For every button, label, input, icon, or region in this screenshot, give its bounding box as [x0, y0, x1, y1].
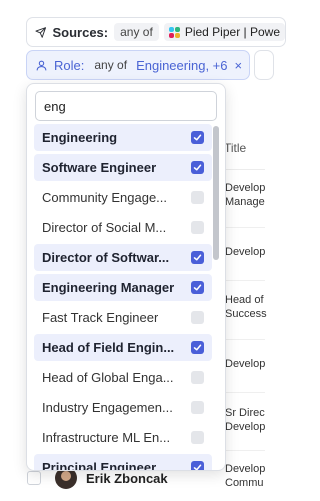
- row-divider: [220, 280, 265, 281]
- role-option-label: Head of Global Enga...: [42, 370, 174, 385]
- role-option-label: Industry Engagemen...: [42, 400, 173, 415]
- row-divider: [220, 450, 265, 451]
- role-option-label: Principal Engineer: [42, 460, 157, 471]
- role-option-label: Engineering: [42, 130, 118, 145]
- role-option[interactable]: Director of Softwar...: [34, 244, 212, 271]
- role-label: Role:: [54, 57, 85, 73]
- role-search-input[interactable]: [35, 91, 217, 121]
- row-checkbox[interactable]: [27, 471, 41, 485]
- column-header-title[interactable]: Title: [224, 141, 246, 155]
- sources-filter-chip[interactable]: Sources: any of Pied Piper | Powe: [26, 17, 286, 47]
- sources-operator[interactable]: any of: [114, 23, 159, 41]
- checkbox-unchecked-icon[interactable]: [191, 401, 204, 414]
- title-cell: Develop Manage: [225, 182, 266, 208]
- role-option-label: Infrastructure ML En...: [42, 430, 171, 445]
- role-option-label: Director of Softwar...: [42, 250, 170, 265]
- role-option[interactable]: Software Engineer: [34, 154, 212, 181]
- title-cell: Develop: [225, 246, 266, 258]
- sources-label: Sources:: [52, 24, 109, 40]
- role-option[interactable]: Head of Field Engin...: [34, 334, 212, 361]
- checkbox-checked-icon[interactable]: [191, 461, 204, 470]
- title-cell: Develop Commu: [225, 463, 266, 489]
- role-option-label: Community Engage...: [42, 190, 168, 205]
- role-operator[interactable]: any of: [94, 58, 127, 72]
- add-filter-button[interactable]: [254, 50, 274, 80]
- checkbox-checked-icon[interactable]: [191, 251, 204, 264]
- slack-icon: [168, 26, 180, 38]
- role-option-label: Director of Social M...: [42, 220, 167, 235]
- role-option-label: Fast Track Engineer: [42, 310, 159, 325]
- role-option[interactable]: Engineering: [34, 124, 212, 151]
- role-option[interactable]: Engineering Manager: [34, 274, 212, 301]
- row-divider: [220, 227, 265, 228]
- row-divider: [220, 339, 265, 340]
- role-options-list: Engineering Software Engineer Community En…: [34, 124, 212, 471]
- role-value[interactable]: Engineering, +6: [136, 58, 227, 73]
- scrollbar-thumb[interactable]: [213, 126, 219, 260]
- role-option[interactable]: Fast Track Engineer: [34, 304, 212, 331]
- role-options-dropdown: Engineering Software Engineer Community En…: [26, 83, 226, 471]
- row-divider: [220, 392, 265, 393]
- user-icon: [36, 60, 47, 70]
- role-option-label: Head of Field Engin...: [42, 340, 175, 355]
- role-option-label: Engineering Manager: [42, 280, 175, 295]
- role-option[interactable]: Head of Global Enga...: [34, 364, 212, 391]
- checkbox-checked-icon[interactable]: [191, 341, 204, 354]
- role-option[interactable]: Community Engage...: [34, 184, 212, 211]
- checkbox-unchecked-icon[interactable]: [191, 371, 204, 384]
- role-option-label: Software Engineer: [42, 160, 157, 175]
- checkbox-checked-icon[interactable]: [191, 281, 204, 294]
- title-cell: Sr Direc Develop: [225, 407, 266, 433]
- role-option[interactable]: Director of Social M...: [34, 214, 212, 241]
- checkbox-checked-icon[interactable]: [191, 131, 204, 144]
- send-icon: [35, 26, 47, 38]
- title-cell: Develop: [225, 358, 266, 370]
- role-filter-chip[interactable]: Role: any of Engineering, +6 ×: [26, 50, 250, 80]
- close-icon[interactable]: ×: [235, 58, 243, 73]
- checkbox-checked-icon[interactable]: [191, 161, 204, 174]
- role-option[interactable]: Infrastructure ML En...: [34, 424, 212, 451]
- title-cell: Head of Success: [225, 294, 267, 320]
- checkbox-unchecked-icon[interactable]: [191, 191, 204, 204]
- checkbox-unchecked-icon[interactable]: [191, 221, 204, 234]
- checkbox-unchecked-icon[interactable]: [191, 431, 204, 444]
- sources-value[interactable]: Pied Piper | Powe: [163, 23, 285, 41]
- role-option[interactable]: Principal Engineer: [34, 454, 212, 471]
- person-name[interactable]: Erik Zboncak: [86, 471, 168, 486]
- checkbox-unchecked-icon[interactable]: [191, 311, 204, 324]
- role-option[interactable]: Industry Engagemen...: [34, 394, 212, 421]
